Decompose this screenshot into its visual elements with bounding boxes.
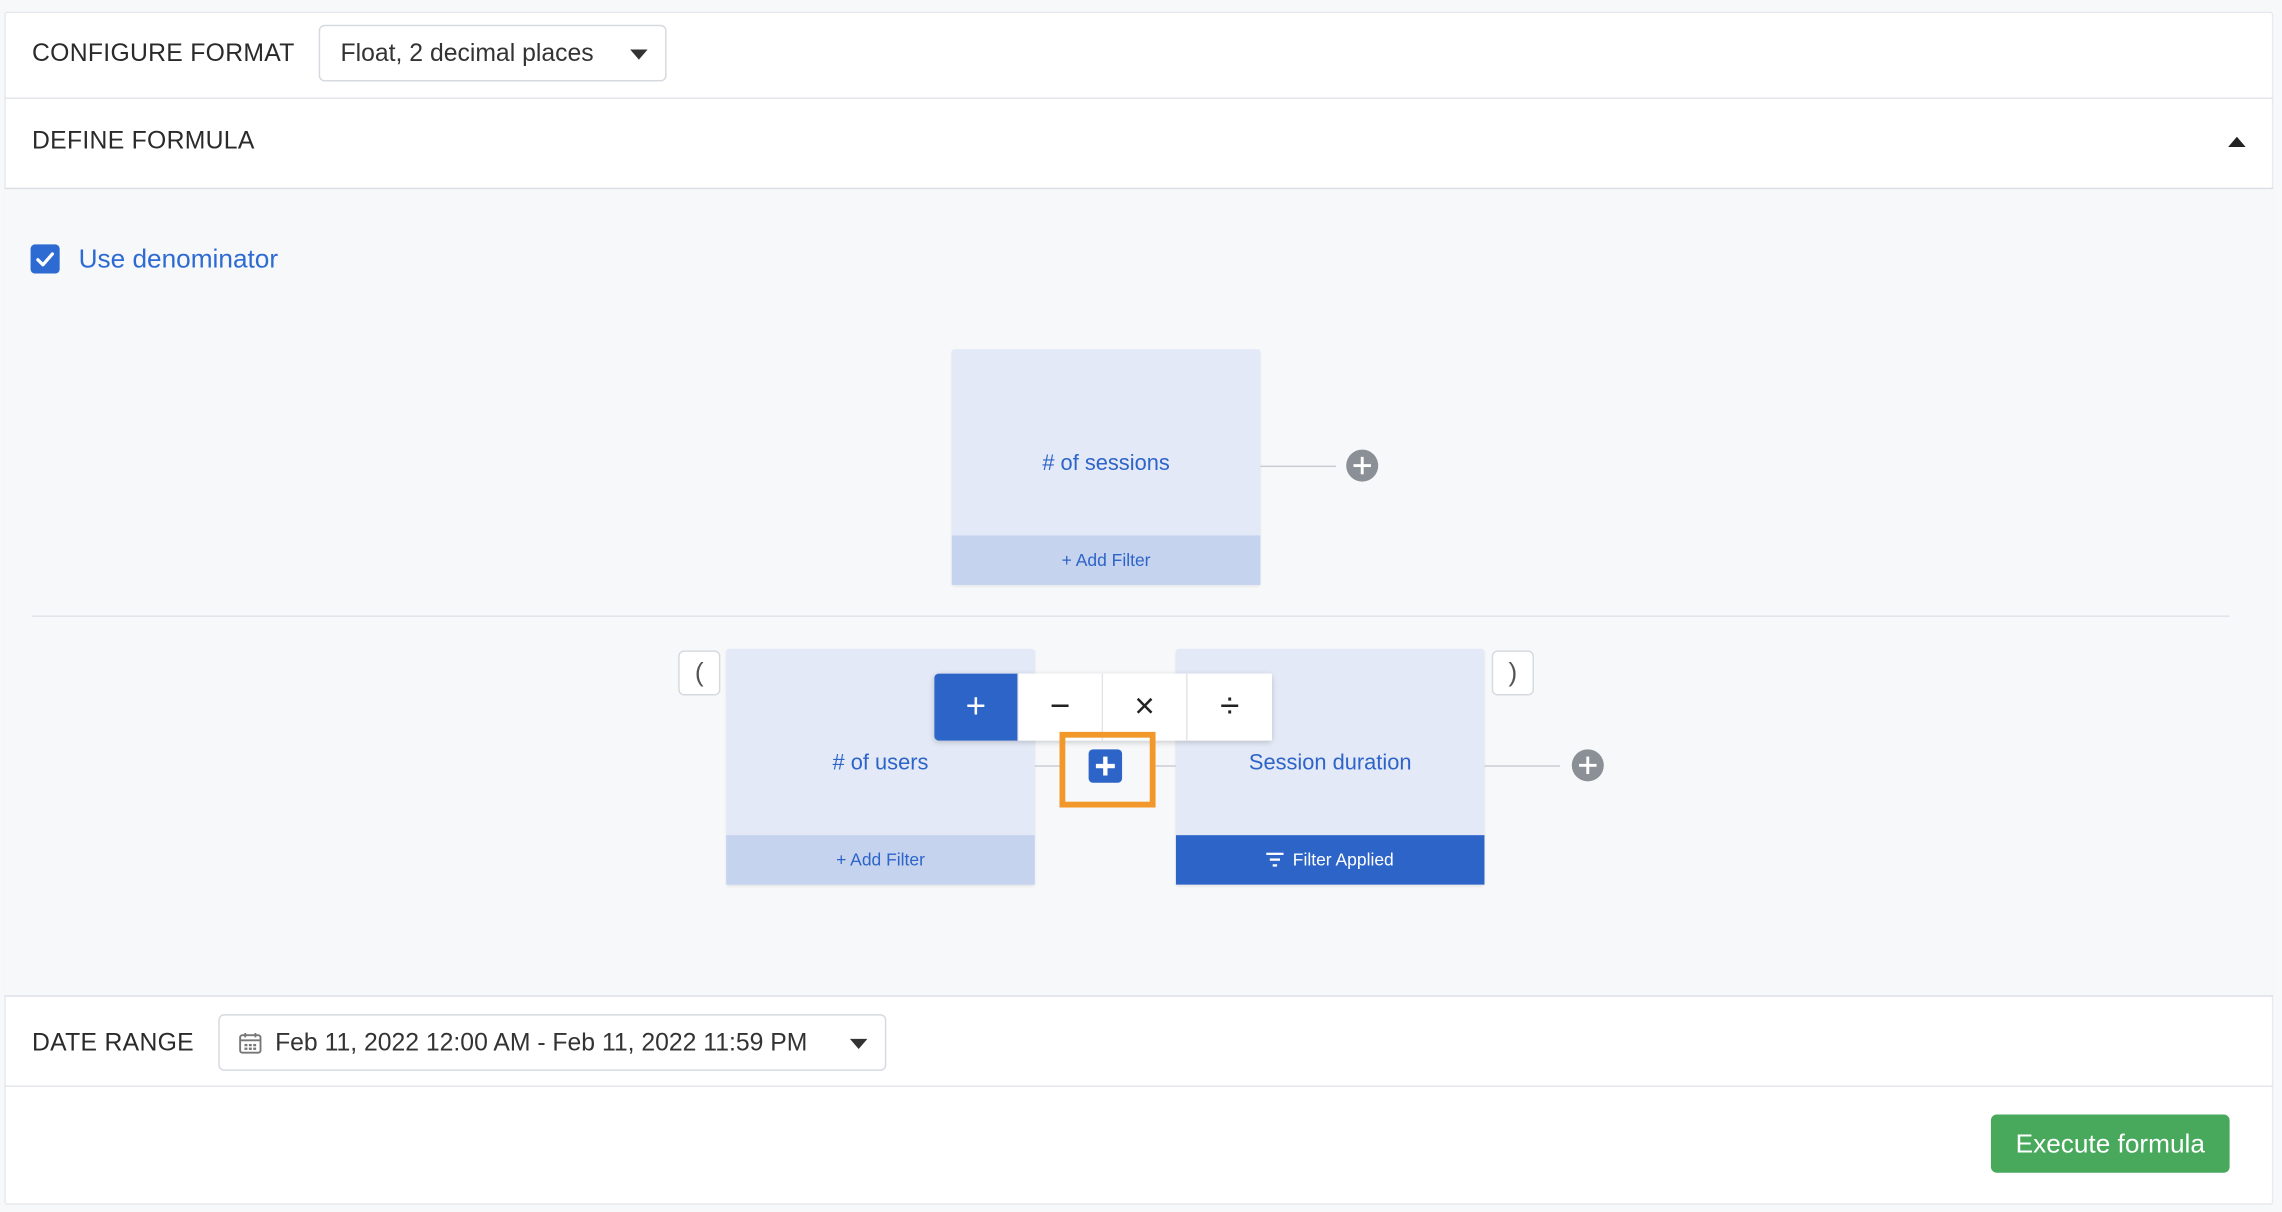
check-icon [36,252,54,267]
connector-line [1155,765,1176,767]
add-filter-button[interactable]: + Add Filter [726,835,1035,885]
add-filter-button[interactable]: + Add Filter [951,535,1261,585]
connector-line [1034,765,1061,767]
divider [4,1085,2274,1087]
add-metric-icon[interactable] [1346,449,1379,482]
collapse-caret-icon[interactable] [2228,136,2246,147]
metric-title: # of sessions [1042,451,1170,476]
divider [4,97,2274,99]
filter-applied-label: Filter Applied [1292,849,1394,871]
operator-multiply-button[interactable]: × [1103,673,1188,741]
execute-formula-button[interactable]: Execute formula [1990,1114,2230,1173]
operator-toolbar: + − × ÷ [934,673,1272,741]
open-paren-button[interactable]: ( [678,650,721,696]
define-formula-label: DEFINE FORMULA [32,126,255,155]
format-select-value: Float, 2 decimal places [340,39,594,67]
operator-plus-icon[interactable] [1088,749,1123,783]
filter-applied-button[interactable]: Filter Applied [1175,835,1485,885]
metric-card-numerator[interactable]: # of sessions + Add Filter [951,349,1261,585]
date-range-select[interactable]: Feb 11, 2022 12:00 AM - Feb 11, 2022 11:… [218,1014,887,1071]
date-range-label: DATE RANGE [32,1028,194,1057]
calendar-icon [239,1033,262,1054]
chevron-down-icon [630,49,648,60]
filter-icon [1266,852,1285,867]
operator-divide-button[interactable]: ÷ [1187,673,1272,741]
close-paren-button[interactable]: ) [1491,650,1534,696]
formula-canvas [4,187,2274,997]
format-select[interactable]: Float, 2 decimal places [318,24,667,82]
metric-title: Session duration [1248,750,1412,776]
use-denominator-checkbox[interactable] [30,244,60,274]
configure-format-label: CONFIGURE FORMAT [32,39,295,67]
date-range-value: Feb 11, 2022 12:00 AM - Feb 11, 2022 11:… [275,1028,808,1057]
operator-plus-button[interactable]: + [934,673,1019,741]
metric-title: # of users [832,750,929,776]
connector-line [1260,465,1337,468]
fraction-line [32,615,2230,617]
add-metric-icon[interactable] [1571,749,1604,782]
connector-line [1484,765,1561,767]
operator-minus-button[interactable]: − [1018,673,1104,741]
formula-builder: CONFIGURE FORMAT Float, 2 decimal places… [0,0,2282,1212]
use-denominator-label[interactable]: Use denominator [79,244,278,275]
chevron-down-icon [849,1038,868,1050]
